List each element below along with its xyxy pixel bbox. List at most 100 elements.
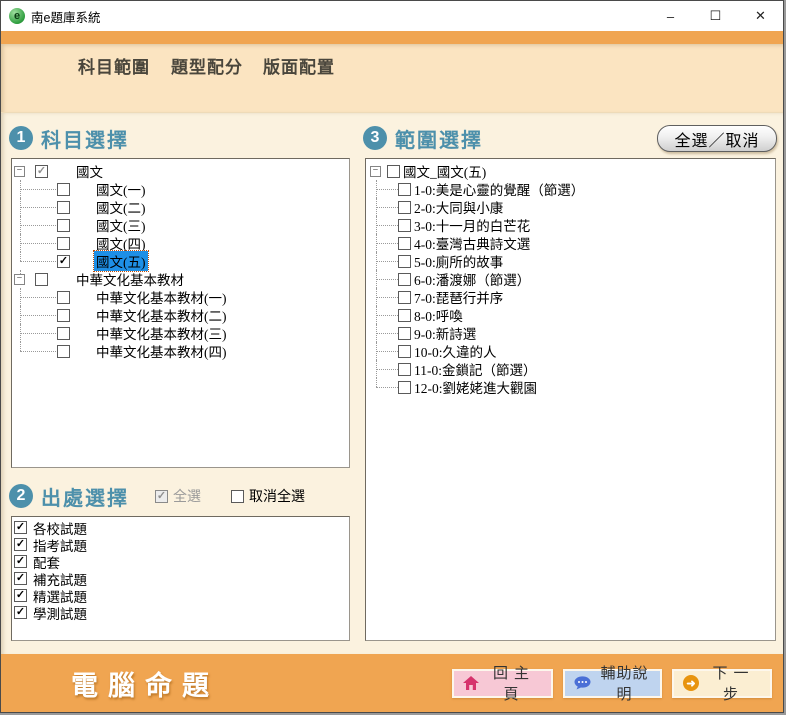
tree-checkbox[interactable] [398, 345, 411, 358]
tree-item-label: 11-0:金鎖記（節選） [412, 359, 539, 379]
tree-checkbox[interactable] [57, 201, 70, 214]
tree-checkbox[interactable] [398, 201, 411, 214]
tree-row[interactable]: 5-0:廁所的故事 [366, 252, 775, 270]
tree-checkbox[interactable] [398, 327, 411, 340]
tree-row[interactable]: 7-0:琵琶行并序 [366, 288, 775, 306]
tree-expander-icon[interactable] [370, 166, 381, 177]
section-number-badge: 2 [9, 484, 33, 508]
tree-checkbox[interactable] [57, 309, 70, 322]
tree-row[interactable]: 10-0:久違的人 [366, 342, 775, 360]
select-all-checkbox[interactable]: 全選 [155, 486, 201, 506]
tree-checkbox[interactable] [398, 363, 411, 376]
list-checkbox[interactable] [14, 572, 27, 585]
tree-item-label: 中華文化基本教材(三) [94, 323, 229, 343]
tree-row[interactable]: 中華文化基本教材 [12, 270, 349, 288]
tree-checkbox[interactable] [57, 327, 70, 340]
tree-checkbox[interactable] [57, 345, 70, 358]
tree-row[interactable]: 中華文化基本教材(四) [12, 342, 349, 360]
list-checkbox[interactable] [14, 521, 27, 534]
minimize-icon[interactable]: – [648, 1, 693, 31]
home-button[interactable]: 回主頁 [452, 669, 553, 698]
tree-checkbox[interactable] [387, 165, 400, 178]
next-arrow-icon: ➜ [683, 675, 699, 691]
tree-row[interactable]: 6-0:潘渡娜（節選） [366, 270, 775, 288]
wizard-stepper: 科目範圍 題型配分 版面配置 [1, 44, 783, 113]
tree-checkbox[interactable] [398, 273, 411, 286]
tree-item-label: 中華文化基本教材 [74, 269, 186, 289]
tree-expander-icon[interactable] [14, 274, 25, 285]
tree-row[interactable]: 中華文化基本教材(二) [12, 306, 349, 324]
tree-checkbox[interactable] [35, 273, 48, 286]
help-button[interactable]: 輔助說明 [563, 669, 662, 698]
deselect-all-checkbox[interactable]: 取消全選 [231, 486, 305, 506]
source-list-item[interactable]: 精選試題 [14, 587, 349, 604]
tree-checkbox[interactable] [398, 291, 411, 304]
tree-checkbox[interactable] [398, 309, 411, 322]
tree-item-label: 10-0:久違的人 [412, 341, 499, 361]
tree-checkbox[interactable] [35, 165, 48, 178]
tree-checkbox[interactable] [57, 219, 70, 232]
section-number-badge: 1 [9, 126, 33, 150]
tree-row[interactable]: 中華文化基本教材(三) [12, 324, 349, 342]
tree-row[interactable]: 國文(三) [12, 216, 349, 234]
section-number-badge: 3 [363, 126, 387, 150]
tree-row[interactable]: 國文 [12, 162, 349, 180]
list-checkbox[interactable] [14, 555, 27, 568]
source-list-item[interactable]: 各校試題 [14, 519, 349, 536]
app-icon: e [9, 8, 25, 24]
tree-item-label: 國文(五) [94, 251, 148, 271]
tree-item-label: 8-0:呼喚 [412, 305, 465, 325]
tree-row[interactable]: 中華文化基本教材(一) [12, 288, 349, 306]
checkbox-icon[interactable] [231, 490, 244, 503]
tree-item-label: 12-0:劉姥姥進大觀園 [412, 377, 539, 397]
source-list-item[interactable]: 補充試題 [14, 570, 349, 587]
tree-checkbox[interactable] [57, 237, 70, 250]
tree-checkbox[interactable] [57, 291, 70, 304]
tree-row[interactable]: 國文(五) [12, 252, 349, 270]
tree-item-label: 國文_國文(五) [401, 161, 488, 181]
tree-checkbox[interactable] [57, 255, 70, 268]
maximize-icon[interactable]: ☐ [693, 1, 738, 31]
checkbox-icon[interactable] [155, 490, 168, 503]
tree-checkbox[interactable] [398, 255, 411, 268]
list-checkbox[interactable] [14, 589, 27, 602]
speech-bubble-icon [574, 676, 591, 690]
source-list-item[interactable]: 配套 [14, 553, 349, 570]
scope-section-header: 3 範圍選擇 全選／取消 [363, 123, 779, 153]
tree-expander-icon[interactable] [14, 166, 25, 177]
tree-row[interactable]: 11-0:金鎖記（節選） [366, 360, 775, 378]
source-list-item[interactable]: 學測試題 [14, 604, 349, 621]
footer-title: 電腦命題 [71, 664, 219, 703]
close-icon[interactable]: ✕ [738, 1, 783, 31]
source-list-item[interactable]: 指考試題 [14, 536, 349, 553]
tree-row[interactable]: 國文(一) [12, 180, 349, 198]
tree-checkbox[interactable] [57, 183, 70, 196]
tree-item-label: 國文(四) [94, 233, 148, 253]
tree-row[interactable]: 國文(二) [12, 198, 349, 216]
tree-checkbox[interactable] [398, 381, 411, 394]
tree-row[interactable]: 8-0:呼喚 [366, 306, 775, 324]
next-button[interactable]: ➜ 下一步 [672, 669, 772, 698]
scope-section-title: 範圍選擇 [395, 124, 483, 153]
header-accent-strip [1, 31, 783, 44]
tree-row[interactable]: 3-0:十一月的白芒花 [366, 216, 775, 234]
list-checkbox[interactable] [14, 606, 27, 619]
tree-row[interactable]: 1-0:美是心靈的覺醒（節選） [366, 180, 775, 198]
tree-checkbox[interactable] [398, 183, 411, 196]
left-column: 1 科目選擇 國文 國文(一) [9, 113, 353, 656]
select-all-toggle-button[interactable]: 全選／取消 [657, 125, 777, 152]
tree-checkbox[interactable] [398, 237, 411, 250]
tree-item-label: 國文(二) [94, 197, 148, 217]
tree-row[interactable]: 國文_國文(五) [366, 162, 775, 180]
list-checkbox[interactable] [14, 538, 27, 551]
tree-checkbox[interactable] [398, 219, 411, 232]
tree-item-label: 4-0:臺灣古典詩文選 [412, 233, 532, 253]
list-item-label: 學測試題 [31, 603, 89, 623]
window-controls: – ☐ ✕ [648, 1, 783, 31]
tree-row[interactable]: 國文(四) [12, 234, 349, 252]
home-icon [463, 676, 479, 690]
tree-row[interactable]: 4-0:臺灣古典詩文選 [366, 234, 775, 252]
tree-row[interactable]: 12-0:劉姥姥進大觀園 [366, 378, 775, 396]
tree-row[interactable]: 2-0:大同與小康 [366, 198, 775, 216]
tree-row[interactable]: 9-0:新詩選 [366, 324, 775, 342]
